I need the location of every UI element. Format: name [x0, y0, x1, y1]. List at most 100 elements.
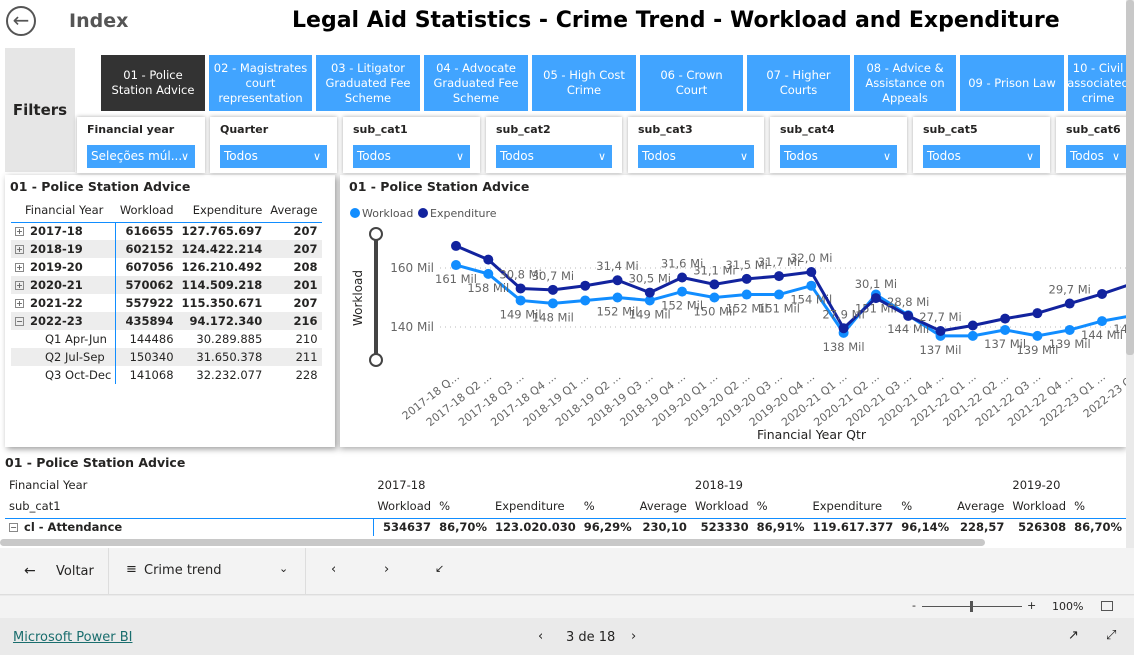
workload-point[interactable]: [677, 286, 688, 297]
category-tab[interactable]: 06 - Crown Court: [640, 55, 743, 111]
fullscreen-icon[interactable]: ⤢: [1106, 628, 1116, 643]
slicer-dropdown[interactable]: Todos ∨: [496, 145, 612, 168]
matrix-cell: 86,70%: [439, 520, 487, 535]
slicer-dropdown[interactable]: Todos ∨: [923, 145, 1040, 168]
expenditure-point[interactable]: [741, 273, 752, 284]
workload-point[interactable]: [1032, 330, 1043, 341]
column-header[interactable]: %: [579, 494, 636, 519]
expenditure-point[interactable]: [1000, 313, 1011, 324]
expenditure-point[interactable]: [451, 240, 461, 251]
expenditure-point[interactable]: [967, 320, 978, 331]
slicer-dropdown[interactable]: Todos ∨: [1066, 145, 1126, 168]
expenditure-point[interactable]: [483, 254, 494, 265]
expenditure-point[interactable]: [1097, 288, 1107, 299]
workload-point[interactable]: [774, 289, 784, 300]
workload-point[interactable]: [451, 260, 461, 271]
row-label-cell[interactable]: − cl - Attendance: [5, 518, 374, 536]
category-tab[interactable]: 01 - Police Station Advice: [101, 55, 205, 111]
column-header[interactable]: %: [435, 494, 491, 519]
column-header[interactable]: Expenditure: [808, 494, 898, 519]
year-header: 2017-18: [377, 478, 426, 492]
zoom-in-button[interactable]: +: [1027, 599, 1036, 612]
slicer-quarter: Quarter Todos ∨: [210, 117, 337, 173]
workload-point[interactable]: [1097, 316, 1107, 327]
column-header[interactable]: %: [752, 494, 809, 519]
slicer-dropdown[interactable]: Todos ∨: [353, 145, 470, 168]
expenditure-point[interactable]: [709, 279, 720, 290]
expenditure-point[interactable]: [580, 280, 591, 291]
expenditure-point[interactable]: [838, 323, 849, 334]
chevron-down-icon: ∨: [739, 150, 748, 163]
category-tab[interactable]: 09 - Prison Law: [960, 55, 1064, 111]
vertical-scrollbar[interactable]: [1126, 0, 1134, 355]
collapse-icon[interactable]: −: [9, 523, 18, 533]
zoom-out-button[interactable]: -: [912, 599, 916, 612]
zoom-slider-handle[interactable]: [970, 601, 973, 612]
workload-point[interactable]: [515, 295, 526, 306]
back-button[interactable]: Voltar: [56, 564, 94, 579]
column-header[interactable]: Workload: [1008, 494, 1071, 519]
category-tab[interactable]: 07 - Higher Courts: [747, 55, 850, 111]
column-header[interactable]: Workload: [690, 494, 753, 519]
previous-page-icon[interactable]: ‹: [331, 562, 336, 577]
collapse-icon[interactable]: ↙: [435, 562, 444, 575]
workload-point[interactable]: [547, 298, 558, 309]
expenditure-point[interactable]: [935, 326, 946, 336]
power-bi-link[interactable]: Microsoft Power BI: [13, 630, 132, 645]
range-slider-handle[interactable]: [369, 353, 383, 367]
matrix-horizontal-scrollbar[interactable]: [0, 539, 985, 546]
category-tab[interactable]: 03 - Litigator Graduated Fee Scheme: [316, 55, 420, 111]
category-tab[interactable]: 08 - Advice & Assistance on Appeals: [854, 55, 956, 111]
workload-point[interactable]: [967, 330, 978, 341]
previous-page-icon[interactable]: ‹: [538, 629, 543, 644]
legend-label[interactable]: Workload: [362, 207, 413, 220]
expenditure-point[interactable]: [806, 267, 817, 277]
next-page-icon[interactable]: ›: [384, 562, 389, 577]
column-header[interactable]: %: [1070, 494, 1126, 519]
category-tab[interactable]: 05 - High Cost Crime: [532, 55, 636, 111]
workload-point[interactable]: [1000, 324, 1011, 335]
page-selector[interactable]: Crime trend: [144, 563, 221, 578]
expenditure-point[interactable]: [547, 284, 558, 295]
workload-point[interactable]: [1064, 324, 1075, 335]
workload-point[interactable]: [483, 268, 494, 279]
category-tab[interactable]: 04 - Advocate Graduated Fee Scheme: [424, 55, 528, 111]
slicer-label: sub_cat4: [780, 123, 835, 136]
workload-point[interactable]: [612, 292, 623, 303]
slicer-dropdown[interactable]: Todos ∨: [638, 145, 754, 168]
expenditure-point[interactable]: [677, 272, 688, 283]
matrix-table: Financial Year 2017-18 2018-19 2019-20 sub_c…: [5, 476, 1126, 536]
slicer-financial-year: Financial year Seleções múl... ∨: [77, 117, 205, 173]
slicer-dropdown[interactable]: Todos ∨: [220, 145, 327, 168]
expenditure-point[interactable]: [644, 287, 655, 298]
category-tab[interactable]: 10 - Civil associated crime: [1068, 55, 1126, 111]
expenditure-point[interactable]: [774, 271, 784, 282]
expenditure-point[interactable]: [1064, 298, 1075, 309]
share-icon[interactable]: ↗: [1068, 628, 1079, 643]
slicer-dropdown[interactable]: Seleções múl... ∨: [87, 145, 195, 168]
category-tab[interactable]: 02 - Magistrates court representation: [209, 55, 312, 111]
slicer-dropdown[interactable]: Todos ∨: [780, 145, 897, 168]
slicer-label: Financial year: [87, 123, 175, 136]
legend-label[interactable]: Expenditure: [430, 207, 497, 220]
column-header[interactable]: Expenditure: [490, 494, 580, 519]
expenditure-point[interactable]: [1032, 308, 1043, 319]
workload-point[interactable]: [709, 292, 720, 303]
chevron-down-icon[interactable]: ⌄: [279, 562, 288, 575]
expenditure-point[interactable]: [870, 293, 881, 304]
next-page-icon[interactable]: ›: [631, 629, 636, 644]
column-header[interactable]: Workload: [373, 494, 436, 519]
column-header[interactable]: %: [897, 494, 954, 519]
fit-to-page-icon[interactable]: [1101, 601, 1113, 611]
expenditure-point[interactable]: [612, 275, 623, 286]
range-slider-handle[interactable]: [369, 227, 383, 241]
report-canvas: ← Index Legal Aid Statistics - Crime Tre…: [0, 0, 1126, 548]
slicer-value: Todos: [927, 149, 961, 163]
column-header[interactable]: Average: [953, 494, 1009, 519]
workload-point[interactable]: [741, 289, 752, 300]
column-header[interactable]: Average: [635, 494, 691, 519]
workload-point[interactable]: [580, 295, 591, 306]
workload-point[interactable]: [806, 280, 817, 291]
expenditure-point[interactable]: [515, 283, 526, 294]
expenditure-point[interactable]: [903, 310, 914, 321]
